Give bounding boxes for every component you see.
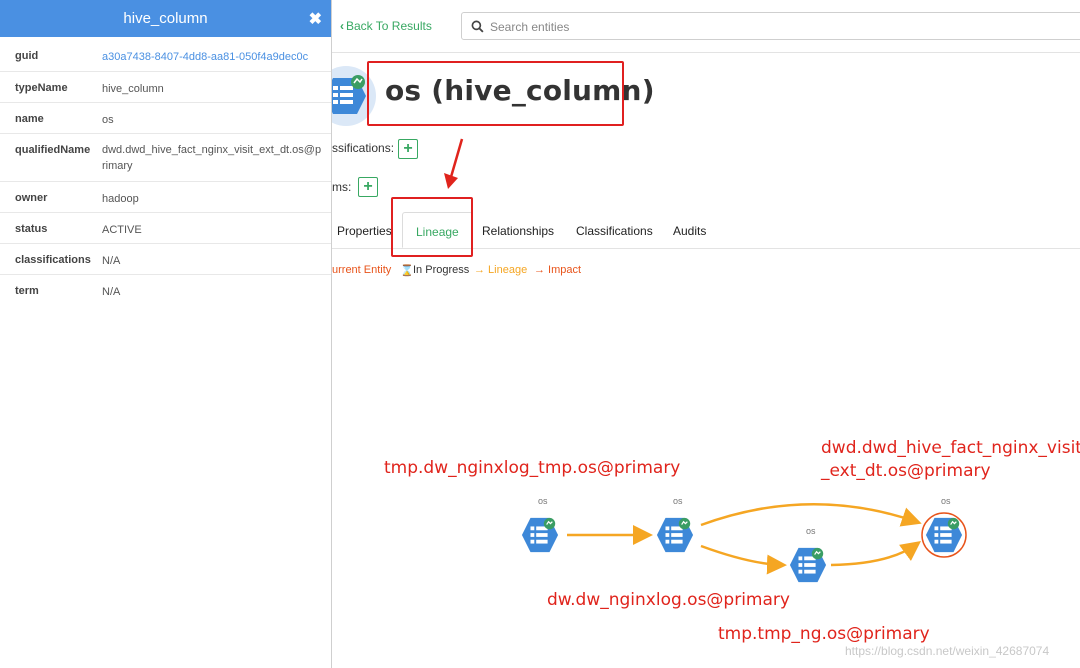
- back-to-results-link[interactable]: ‹ Back To Results: [340, 19, 432, 33]
- lineage-tab-highlight-box: [391, 197, 473, 257]
- panel-row-typename: typeName hive_column: [0, 72, 331, 103]
- add-term-button[interactable]: +: [358, 177, 378, 197]
- node-label-1: os: [538, 496, 548, 506]
- row-value[interactable]: a30a7438-8407-4dd8-aa81-050f4a9dec0c: [102, 49, 323, 65]
- node-label-current: os: [941, 496, 951, 506]
- node-label-2: os: [673, 496, 683, 506]
- row-key: status: [15, 223, 48, 235]
- panel-title: hive_column: [123, 10, 208, 27]
- row-key: term: [15, 285, 39, 297]
- lineage-node-1[interactable]: [521, 517, 559, 553]
- row-value: ACTIVE: [102, 224, 142, 236]
- back-label: Back To Results: [346, 19, 432, 33]
- row-key: owner: [15, 192, 48, 204]
- title-highlight-box: [367, 61, 624, 126]
- legend-lineage: → Lineage: [474, 264, 528, 276]
- annotation-dwd-line2: _ext_dt.os@primary: [821, 461, 991, 481]
- row-value: dwd.dwd_hive_fact_nginx_visit_ext_dt.os@…: [102, 144, 322, 172]
- node-label-3: os: [806, 526, 816, 536]
- tab-classifications[interactable]: Classifications: [576, 224, 653, 238]
- add-classification-button[interactable]: +: [398, 139, 418, 159]
- legend-current-entity: urrent Entity: [332, 264, 392, 276]
- row-key: guid: [15, 50, 39, 62]
- annotation-tmp-ng: tmp.tmp_ng.os@primary: [718, 624, 930, 644]
- chevron-left-icon: ‹: [340, 19, 344, 33]
- row-value: N/A: [102, 255, 121, 267]
- edge-2: [700, 502, 922, 527]
- annotation-dw: dw.dw_nginxlog.os@primary: [547, 590, 790, 610]
- entity-detail-panel: hive_column ✖ guid a30a7438-8407-4dd8-aa…: [0, 0, 332, 668]
- row-key: classifications: [15, 254, 91, 266]
- lineage-node-3[interactable]: [789, 547, 827, 583]
- panel-row-classifications: classifications N/A: [0, 244, 331, 275]
- legend-impact: → Impact: [534, 264, 582, 276]
- annotation-dwd-line1: dwd.dwd_hive_fact_nginx_visit: [821, 438, 1080, 458]
- close-icon[interactable]: ✖: [309, 9, 322, 29]
- classifications-label: ssifications:: [332, 141, 395, 155]
- row-key: qualifiedName: [15, 144, 91, 156]
- lineage-graph: [521, 502, 967, 583]
- lineage-node-current[interactable]: [925, 517, 963, 553]
- panel-row-guid: guid a30a7438-8407-4dd8-aa81-050f4a9dec0…: [0, 37, 331, 72]
- panel-row-name: name os: [0, 103, 331, 134]
- row-value: N/A: [102, 286, 121, 298]
- row-value: hadoop: [102, 193, 139, 205]
- panel-row-owner: owner hadoop: [0, 182, 331, 213]
- watermark: https://blog.csdn.net/weixin_42687074: [845, 644, 1050, 658]
- panel-row-term: term N/A: [0, 275, 331, 305]
- lineage-node-2[interactable]: [656, 517, 694, 553]
- edge-4: [830, 541, 922, 567]
- annotation-tmp-dw: tmp.dw_nginxlog_tmp.os@primary: [384, 458, 681, 478]
- top-bar: ‹ Back To Results Search entities: [332, 0, 1080, 53]
- panel-row-status: status ACTIVE: [0, 213, 331, 244]
- hourglass-icon: ⌛: [400, 265, 414, 277]
- terms-label: ms:: [332, 180, 352, 194]
- tab-relationships[interactable]: Relationships: [482, 224, 554, 238]
- search-placeholder: Search entities: [490, 20, 570, 34]
- legend-in-progress: In Progress: [413, 264, 470, 276]
- search-icon: [471, 20, 484, 33]
- edge-3: [700, 544, 787, 575]
- tab-audits[interactable]: Audits: [673, 224, 706, 238]
- panel-header: hive_column ✖: [0, 0, 331, 37]
- annotation-arrow: [444, 138, 464, 189]
- search-input[interactable]: Search entities: [461, 12, 1080, 40]
- row-value: hive_column: [102, 83, 164, 95]
- row-key: typeName: [15, 82, 68, 94]
- row-value: os: [102, 114, 114, 126]
- row-key: name: [15, 113, 44, 125]
- tab-properties[interactable]: Properties: [337, 224, 392, 238]
- panel-row-qualifiedname: qualifiedName dwd.dwd_hive_fact_nginx_vi…: [0, 134, 331, 182]
